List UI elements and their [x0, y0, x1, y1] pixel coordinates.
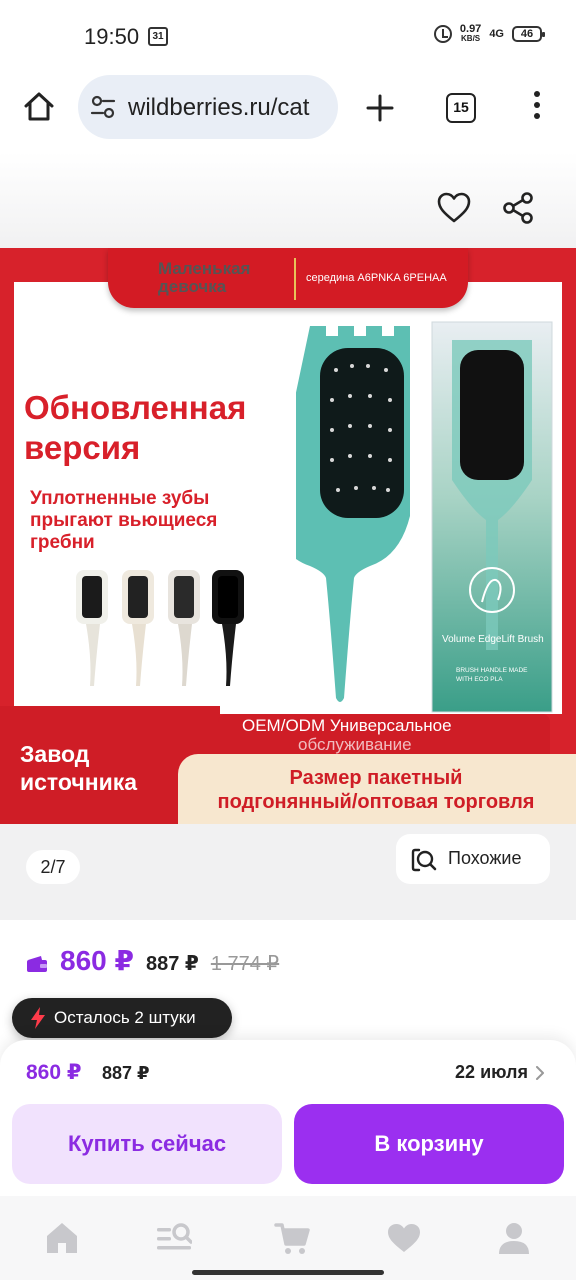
- factory-banner-text: Завод источника: [20, 740, 137, 796]
- image-headline: Обновленная версия: [24, 388, 246, 468]
- chevron-right-icon[interactable]: [534, 1066, 546, 1080]
- wholesale-banner-line2: подгонянный/оптовая торговля: [217, 791, 535, 813]
- gallery-header: [0, 152, 576, 248]
- browser-toolbar: wildberries.ru/cat 15: [0, 72, 576, 152]
- network-speed: 0.97 KB/S: [460, 24, 481, 44]
- alarm-icon: [433, 25, 452, 43]
- oem-banner-line2: обслуживание: [298, 735, 412, 754]
- brush-variants-image: [76, 570, 244, 686]
- box-note-line1: BRUSH HANDLE MADE: [456, 667, 528, 674]
- image-subheadline-line2: прыгают вьющиеся: [30, 510, 218, 531]
- teal-brush-image: [296, 326, 410, 702]
- image-subheadline: Уплотненные зубы прыгают вьющиеся гребни: [30, 488, 217, 554]
- image-headline-line1: Обновленная: [24, 389, 247, 426]
- gesture-bar[interactable]: [192, 1270, 384, 1275]
- site-settings-icon[interactable]: [90, 95, 116, 119]
- oem-banner-text: OEM/ODM Универсальное обслуживание: [242, 716, 452, 754]
- home-icon[interactable]: [44, 1220, 80, 1256]
- address-bar[interactable]: wildberries.ru/cat: [78, 75, 338, 139]
- bottom-navigation: [0, 1196, 576, 1280]
- battery-icon: 46: [512, 26, 545, 42]
- oem-banner-line1: OEM/ODM Универсальное: [242, 716, 452, 735]
- favorite-heart-icon[interactable]: [436, 190, 472, 226]
- tab-switcher-button[interactable]: 15: [446, 93, 476, 123]
- image-subheadline-line1: Уплотненные зубы: [30, 488, 210, 509]
- product-image[interactable]: Маленькая девочка середина А6PNKA 6PEHAA…: [0, 248, 576, 824]
- brand-divider: [294, 258, 296, 300]
- box-note: BRUSH HANDLE MADE WITH ECO PLA: [456, 666, 528, 684]
- favorites-icon[interactable]: [386, 1220, 422, 1256]
- signal-icon: 4G: [489, 28, 504, 40]
- network-speed-unit: KB/S: [461, 34, 481, 43]
- url-text[interactable]: wildberries.ru/cat: [128, 94, 309, 122]
- sheet-price: 887 ₽: [102, 1063, 150, 1083]
- stock-text: Осталось 2 штуки: [54, 1008, 196, 1027]
- more-menu-icon[interactable]: [530, 91, 544, 125]
- status-bar: 19:50 31 0.97 KB/S 4G 46: [0, 0, 576, 72]
- calendar-icon: 31: [148, 27, 168, 46]
- share-icon[interactable]: [500, 190, 536, 226]
- image-counter: 2/7: [26, 850, 80, 884]
- wholesale-banner-text: Размер пакетный подгонянный/оптовая торг…: [176, 766, 576, 814]
- box-note-line2: WITH ECO PLA: [456, 676, 503, 683]
- sheet-wallet-price: 860 ₽: [26, 1061, 82, 1084]
- network-speed-value: 0.97: [459, 23, 482, 35]
- home-icon[interactable]: [22, 90, 56, 124]
- catalog-search-icon[interactable]: [156, 1220, 192, 1256]
- status-time: 19:50: [84, 24, 140, 49]
- brand-banner: Маленькая девочка середина А6PNKA 6PEHAA: [108, 248, 468, 308]
- wallet-icon: [27, 956, 47, 972]
- add-to-cart-button[interactable]: В корзину: [294, 1104, 564, 1184]
- factory-banner-line2: источника: [20, 769, 138, 795]
- current-price: 887 ₽: [145, 953, 199, 975]
- profile-icon[interactable]: [496, 1220, 532, 1256]
- delivery-date[interactable]: 22 июля: [455, 1062, 528, 1083]
- wallet-price: 860 ₽: [60, 945, 134, 976]
- product-box-image: [431, 321, 553, 713]
- similar-button[interactable]: Похожие: [396, 834, 550, 884]
- lightning-icon: [31, 1007, 45, 1029]
- similar-label: Похожие: [448, 848, 522, 868]
- stock-badge: Осталось 2 штуки: [12, 998, 232, 1038]
- wholesale-banner-line1: Размер пакетный: [289, 767, 463, 789]
- box-title: Volume EdgeLift Brush: [442, 634, 544, 645]
- status-indicators: 0.97 KB/S 4G 46: [433, 24, 545, 44]
- image-headline-line2: версия: [24, 429, 141, 466]
- buy-now-button[interactable]: Купить сейчас: [12, 1104, 282, 1184]
- new-tab-icon[interactable]: [362, 90, 398, 126]
- brand-subtitle: середина А6PNKA 6PEHAA: [306, 272, 447, 284]
- image-subheadline-line3: гребни: [30, 532, 95, 553]
- old-price: 1 774 ₽: [210, 953, 280, 975]
- price-row: 860 ₽ 887 ₽ 1 774 ₽: [26, 944, 279, 984]
- cart-icon[interactable]: [274, 1220, 310, 1256]
- factory-banner-line1: Завод: [20, 741, 90, 767]
- brand-name: Маленькая девочка: [158, 259, 251, 296]
- image-search-icon: [411, 848, 437, 872]
